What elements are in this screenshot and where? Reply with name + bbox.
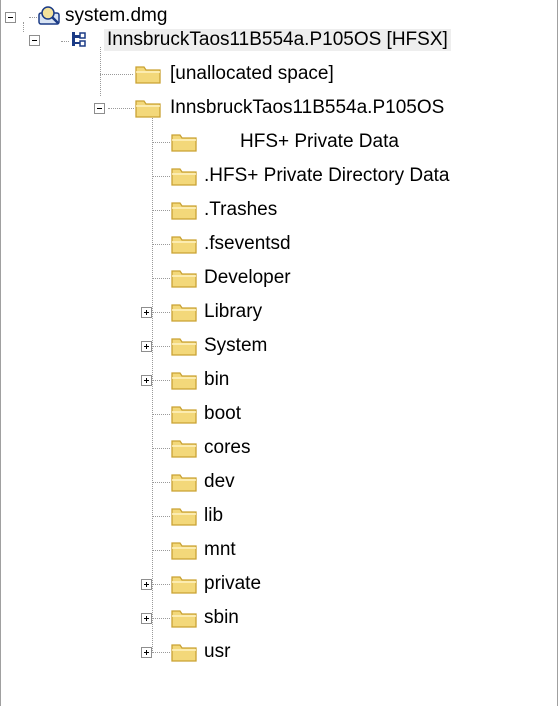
tree-node-item[interactable]: sbin [0, 602, 558, 636]
tree-node-label: .Trashes [204, 199, 278, 220]
folder-icon [170, 471, 198, 499]
folder-icon [170, 403, 198, 431]
folder-icon [170, 641, 198, 669]
tree-line [152, 346, 170, 347]
tree-line [152, 652, 170, 653]
folder-icon [170, 131, 198, 159]
tree-line [152, 584, 170, 585]
expand-icon[interactable] [141, 375, 152, 386]
tree-node-item[interactable]: .Trashes [0, 194, 558, 228]
folder-icon [170, 335, 198, 363]
tree-node-item[interactable]: private [0, 568, 558, 602]
tree-node-item[interactable]: lib [0, 500, 558, 534]
tree-node-label: [unallocated space] [170, 63, 334, 84]
tree-line [152, 618, 170, 619]
folder-icon [170, 505, 198, 533]
tree-node-label: dev [204, 471, 235, 492]
expand-icon[interactable] [141, 341, 152, 352]
tree-node-label: sbin [204, 607, 239, 628]
folder-icon [170, 199, 198, 227]
tree-line [152, 210, 170, 211]
tree-node-partition[interactable]: InnsbruckTaos11B554a.P105OS [HFSX] [0, 24, 558, 58]
tree-node-label: Developer [204, 267, 291, 288]
tree-node-label: cores [204, 437, 251, 458]
tree-node-item[interactable]: boot [0, 398, 558, 432]
tree-node-label: .fseventsd [204, 233, 291, 254]
partition-icon [69, 30, 89, 56]
folder-icon [170, 165, 198, 193]
tree-line [152, 448, 170, 449]
expand-icon[interactable] [141, 647, 152, 658]
tree-node-item[interactable]: .fseventsd [0, 228, 558, 262]
file-tree: system.dmg InnsbruckTaos11B554a.P105OS [… [0, 0, 558, 706]
tree-node-item[interactable]: dev [0, 466, 558, 500]
collapse-icon[interactable] [5, 12, 16, 23]
tree-line [152, 244, 170, 245]
collapse-icon[interactable] [94, 103, 105, 114]
tree-node-label: boot [204, 403, 241, 424]
folder-icon [170, 573, 198, 601]
folder-icon [170, 607, 198, 635]
tree-node-item[interactable]: Library [0, 296, 558, 330]
tree-node-item[interactable]: .HFS+ Private Directory Data [0, 160, 558, 194]
tree-node-label: InnsbruckTaos11B554a.P105OS [170, 97, 445, 118]
tree-line [152, 414, 170, 415]
tree-node-label: private [204, 573, 262, 594]
tree-node-item[interactable]: System [0, 330, 558, 364]
folder-icon [170, 369, 198, 397]
folder-icon [170, 233, 198, 261]
tree-node-item[interactable]: Developer [0, 262, 558, 296]
tree-node-label: mnt [204, 539, 236, 560]
tree-node-label: System [204, 335, 268, 356]
tree-node-item[interactable]: bin [0, 364, 558, 398]
tree-node-label: Library [204, 301, 263, 322]
expand-icon[interactable] [141, 613, 152, 624]
folder-icon [170, 267, 198, 295]
tree-line [152, 176, 170, 177]
tree-node-label: bin [204, 369, 230, 390]
tree-node-item[interactable]: cores [0, 432, 558, 466]
tree-node-label: lib [204, 505, 224, 526]
tree-line [152, 482, 170, 483]
tree-line [152, 550, 170, 551]
tree-node-item[interactable]: HFS+ Private Data [0, 126, 558, 160]
folder-icon [170, 301, 198, 329]
tree-line [152, 380, 170, 381]
tree-line [152, 516, 170, 517]
tree-node-unallocated[interactable]: [unallocated space] [0, 58, 558, 92]
tree-line [152, 278, 170, 279]
collapse-icon[interactable] [29, 35, 40, 46]
tree-node-label: InnsbruckTaos11B554a.P105OS [HFSX] [104, 29, 451, 51]
tree-node-label: usr [204, 641, 231, 662]
tree-node-label: .HFS+ Private Directory Data [204, 165, 450, 186]
folder-icon [170, 437, 198, 465]
tree-node-volume[interactable]: InnsbruckTaos11B554a.P105OS [0, 92, 558, 126]
tree-node-item[interactable]: usr [0, 636, 558, 670]
folder-icon [170, 539, 198, 567]
tree-node-label: HFS+ Private Data [240, 131, 399, 152]
tree-node-item[interactable]: mnt [0, 534, 558, 568]
folder-icon [134, 97, 162, 125]
expand-icon[interactable] [141, 307, 152, 318]
tree-line [152, 142, 170, 143]
tree-line [152, 312, 170, 313]
expand-icon[interactable] [141, 579, 152, 590]
folder-icon [134, 63, 162, 91]
